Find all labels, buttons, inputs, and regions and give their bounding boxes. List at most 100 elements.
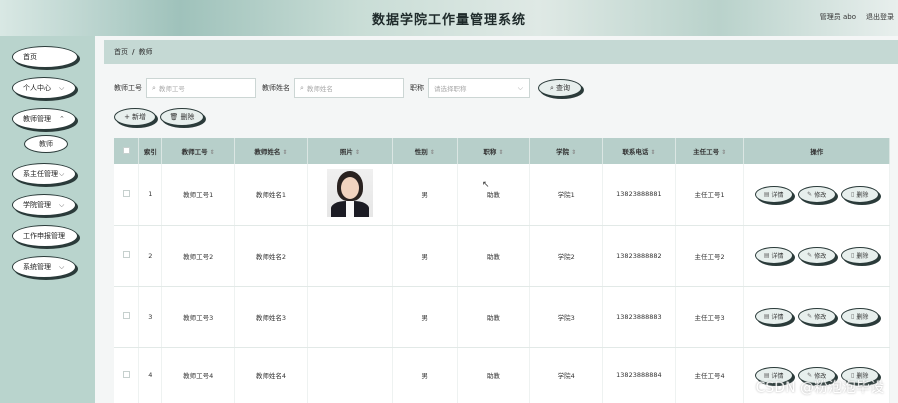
gender-cell: 男 [392,164,458,226]
breadcrumb-home[interactable]: 首页 [114,47,128,57]
phone-cell: 13823888881 [602,164,676,226]
detail-button[interactable]: ▤ 详情 [754,185,793,203]
edit-button[interactable]: ✎ 修改 [797,308,836,325]
search-icon: ⌕ [152,83,156,92]
select-all-cell [114,138,140,164]
breadcrumb-separator: / [132,48,135,56]
director-id-cell: 主任工号3 [675,286,745,348]
sort-icon[interactable]: ⇕ [430,149,435,156]
sort-icon[interactable]: ⇕ [650,149,655,156]
batch-delete-button-label: 删除 [180,113,195,121]
delete-button-label: 删除 [856,191,869,199]
document-icon: ▤ [763,190,770,198]
sort-icon[interactable]: ⇕ [282,149,287,156]
teacher-id-cell: 教师工号4 [161,347,236,403]
actions-cell: ▤ 详情 ✎ 修改 ▯ 删除 [743,164,890,226]
detail-button-label: 详情 [771,314,784,321]
edit-button-label: 修改 [814,191,827,199]
title-cell: 助教 [457,286,531,348]
row-checkbox[interactable] [122,189,130,197]
column-header[interactable]: 联系电话 ⇕ [602,138,676,164]
sort-icon[interactable]: ⇕ [210,149,215,156]
column-header-label: 主任工号 [693,148,720,156]
index-cell: 4 [138,347,163,403]
select-all-checkbox[interactable] [122,146,130,154]
actions-cell: ▤ 详情 ✎ 修改 ▯ 删除 [743,225,890,287]
breadcrumb-current: 教师 [138,48,153,56]
column-header[interactable]: 照片 ⇕ [307,138,394,164]
action-bar: + 新增 🗑 删除 [114,108,204,126]
photo-cell [307,347,394,403]
detail-button[interactable]: ▤ 详情 [754,247,793,264]
teacher-id-cell: 教师工号3 [161,286,236,348]
photo-cell [307,164,394,226]
sidebar-subitem-teacher[interactable]: 教师 [24,135,68,153]
sidebar-item-college-management[interactable]: 学院管理 ⌵ [12,194,76,216]
edit-button[interactable]: ✎ 修改 [797,247,836,264]
edit-button[interactable]: ✎ 修改 [797,185,836,203]
column-header[interactable]: 主任工号 ⇕ [675,138,745,164]
table-row: 3 教师工号3 教师姓名3 男 助教 学院3 13823888883 主任工号3… [114,286,890,348]
teacher-id-cell: 教师工号1 [161,164,236,226]
title-cell: 助教 [457,347,531,403]
sidebar-item-teacher-management[interactable]: 教师管理 ⌃ [12,108,76,130]
column-header-label: 性别 [414,148,428,156]
query-button-label: 查询 [555,84,570,92]
column-header[interactable]: 教师姓名 ⇕ [234,138,308,164]
current-user: 管理员 abo [819,13,856,21]
chevron-down-icon: ⌵ [517,84,523,92]
sidebar-item-system-management[interactable]: 系统管理 ⌵ [12,256,76,278]
delete-button[interactable]: ▯ 删除 [840,185,879,203]
director-id-cell: 主任工号4 [675,347,745,403]
column-header[interactable]: 学院 ⇕ [529,138,604,164]
college-cell: 学院2 [529,225,604,287]
row-select-cell [114,225,140,287]
sidebar: 首页 个人中心 ⌵ 教师管理 ⌃ 教师 系主任管理 ⌵ 学院管理 ⌵ 工作申报管… [0,36,95,403]
teacher-name-cell: 教师姓名2 [234,225,308,287]
sidebar-item-label: 学院管理 [23,201,51,209]
sidebar-item-personal-center[interactable]: 个人中心 ⌵ [12,77,76,99]
sidebar-item-label: 系统管理 [23,263,51,271]
row-select-cell [114,347,140,403]
detail-button-label: 详情 [771,253,784,260]
teacher-id-placeholder: 教师工号 [158,85,185,93]
teacher-name-input[interactable]: ⌕ 教师姓名 [294,78,404,98]
sidebar-item-director-management[interactable]: 系主任管理 ⌵ [12,163,76,185]
mouse-cursor-icon: ↖ [482,180,490,190]
column-header[interactable]: 性别 ⇕ [392,138,458,164]
phone-cell: 13823888883 [602,286,676,348]
column-header[interactable]: 教师工号 ⇕ [161,138,236,164]
delete-button[interactable]: ▯ 删除 [840,247,879,264]
sidebar-item-work-declaration[interactable]: 工作申报管理 [12,225,78,247]
add-button[interactable]: + 新增 [114,108,156,126]
row-checkbox[interactable] [122,312,130,319]
app-header: 数据学院工作量管理系统 管理员 abo 退出登录 [0,0,898,36]
main-content: 教师工号 ⌕ 教师工号 教师姓名 ⌕ 教师姓名 职称 请选择职称 ⌵ ⌕ 查询 … [104,64,898,403]
search-icon: ⌕ [550,83,554,92]
delete-button-label: 删除 [856,253,869,260]
batch-delete-button[interactable]: 🗑 删除 [160,108,204,126]
column-header[interactable]: 职称 ⇕ [457,138,531,164]
sort-icon[interactable]: ⇕ [721,149,726,156]
row-checkbox[interactable] [122,251,130,258]
sort-icon[interactable]: ⇕ [571,149,576,156]
title-cell: 助教 [457,225,531,287]
detail-button[interactable]: ▤ 详情 [754,308,793,325]
search-icon: ⌕ [300,83,304,92]
app-title: 数据学院工作量管理系统 [371,13,526,28]
document-icon: ▤ [763,252,770,259]
teacher-photo[interactable] [326,169,373,218]
sidebar-subitem-label: 教师 [39,140,53,148]
sort-icon[interactable]: ⇕ [498,149,503,156]
column-header-label: 联系电话 [622,148,649,156]
teacher-id-input[interactable]: ⌕ 教师工号 [146,78,256,98]
query-button[interactable]: ⌕ 查询 [538,79,582,97]
trash-icon: ▯ [851,313,855,320]
sort-icon[interactable]: ⇕ [355,149,360,156]
delete-button[interactable]: ▯ 删除 [840,308,879,325]
logout-link[interactable]: 退出登录 [866,12,894,22]
title-select[interactable]: 请选择职称 ⌵ [428,78,530,98]
teacher-name-cell: 教师姓名1 [234,164,308,226]
sidebar-item-home[interactable]: 首页 [12,46,78,68]
row-checkbox[interactable] [122,370,130,378]
